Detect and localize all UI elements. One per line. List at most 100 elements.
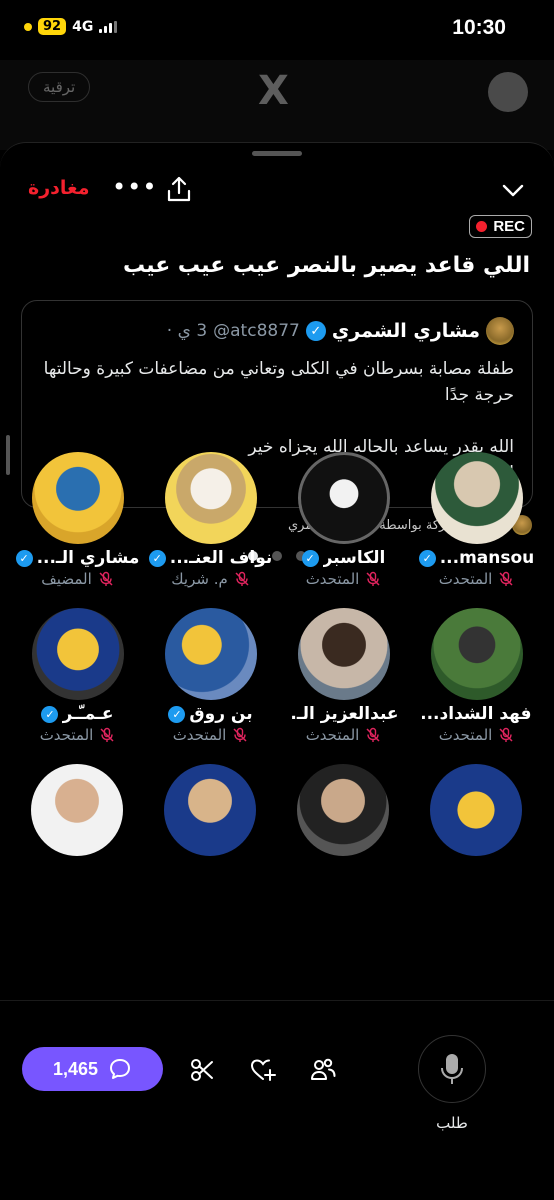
tweet-time: 3 ي · [166,321,208,341]
bottom-bar: 1,465 طلب [0,1000,554,1200]
x-logo: X [258,68,289,114]
speaker-role: المتحدث [438,570,493,588]
recording-badge: REC [469,215,532,238]
space-title: اللي قاعد يصير بالنصر عيب عيب عيب [122,253,530,278]
privacy-indicator-icon [24,22,32,31]
sheet-grabber[interactable] [252,151,302,156]
speaker-role: المضيف [41,570,92,588]
speaker-role-row: المتحدث [11,726,144,744]
speaker-role: م. شريك [171,570,228,588]
speaker-name: نواف العنـ... [169,548,273,568]
speaker-role: المتحدث [39,726,94,744]
speaker-role-row: م. شريك [144,570,277,588]
scroll-indicator [6,435,10,475]
clock: 10:30 [452,16,506,39]
speaker-card[interactable]: الكاسبر ✓ المتحدث [277,452,410,588]
status-bar: 92 4G 10:30 [0,0,554,60]
mic-muted-icon [366,727,380,742]
speaker-name: عـمـّـر [62,704,114,724]
speaker-name: mansou... [439,548,535,568]
space-topbar: مغادرة ••• [0,173,554,209]
microphone-icon [441,1054,463,1084]
speaker-avatar[interactable] [297,608,390,700]
speaker-card[interactable]: فهد الشداد... المتحدث [410,608,543,744]
network-type: 4G [72,18,94,35]
tweet-author-name[interactable]: مشاري الشمري [332,320,480,342]
speaker-role-row: المتحدث [277,570,410,588]
record-icon [476,221,488,232]
speaker-avatar[interactable] [430,608,523,700]
speaker-avatar[interactable] [31,452,124,544]
speaker-role-row: المضيف [11,570,144,588]
speaker-role: المتحدث [172,726,227,744]
more-options-button[interactable]: ••• [112,173,157,201]
comments-count: 1,465 [52,1058,99,1079]
upgrade-button[interactable]: ترقية [28,72,91,102]
comments-button[interactable]: 1,465 [22,1047,163,1091]
speaker-avatar[interactable] [430,452,523,544]
tweet-header: مشاري الشمري ✓ @atc8877 3 ي · [167,317,514,345]
speaker-name-row: الكاسبر ✓ [277,548,410,568]
speaker-avatar[interactable] [297,452,390,544]
speaker-role: المتحدث [305,570,360,588]
speaker-name: الكاسبر [322,548,386,568]
speaker-role: المتحدث [305,726,360,744]
speaker-name-row: بن روق ✓ [144,704,277,724]
speaker-role-row: المتحدث [410,726,543,744]
request-label: طلب [436,1114,468,1132]
speaker-card[interactable]: مشاري الـ... ✓ المضيف [11,452,144,588]
tweet-handle: @atc8877 [213,321,300,341]
chevron-down-icon[interactable] [500,177,526,203]
speaker-name: مشاري الـ... [36,548,140,568]
mic-muted-icon [366,571,380,586]
mic-muted-icon [499,571,513,586]
mic-muted-icon [99,571,113,586]
verified-badge-icon: ✓ [168,705,186,723]
speaker-role: المتحدث [438,726,493,744]
verified-badge-icon: ✓ [41,705,59,723]
status-left: 92 4G [24,18,118,35]
speaker-role-row: المتحدث [144,726,277,744]
speaker-name-row: مشاري الـ... ✓ [11,548,144,568]
speaker-avatar[interactable] [430,764,522,856]
comment-bubble-icon [110,1059,131,1079]
speaker-avatar[interactable] [164,608,257,700]
speaker-avatar[interactable] [31,608,124,700]
speaker-avatar[interactable] [297,764,389,856]
leave-button[interactable]: مغادرة [28,177,90,199]
speaker-avatar[interactable] [31,764,123,856]
battery-level: 92 [38,18,67,35]
speaker-role-row: المتحدث [277,726,410,744]
signal-icon [99,20,118,33]
speaker-name: بن روق [189,704,253,724]
speaker-avatar[interactable] [164,452,257,544]
people-icon[interactable] [309,1056,337,1084]
heart-plus-icon[interactable] [249,1056,277,1084]
verified-badge-icon: ✓ [15,549,33,567]
verified-badge-icon: ✓ [305,321,326,341]
tweet-author-avatar[interactable] [486,317,514,345]
speaker-name-row: فهد الشداد... [410,704,543,724]
speaker-card[interactable]: عـمـّـر ✓ المتحدث [11,608,144,744]
mic-muted-icon [499,727,513,742]
speaker-card[interactable]: نواف العنـ... ✓ م. شريك [144,452,277,588]
background-header: ترقية X [0,60,554,150]
mic-muted-icon [100,727,114,742]
mic-muted-icon [235,571,249,586]
recording-label: REC [493,218,525,235]
speaker-role-row: المتحدث [410,570,543,588]
verified-badge-icon: ✓ [301,549,319,567]
share-icon[interactable] [166,175,192,203]
speaker-card[interactable]: بن روق ✓ المتحدث [144,608,277,744]
speaker-avatar[interactable] [164,764,256,856]
speaker-card[interactable]: عبدالعزيز الـ... المتحدث [277,608,410,744]
request-mic-button[interactable] [418,1035,486,1103]
profile-avatar[interactable] [488,72,528,112]
verified-badge-icon: ✓ [418,549,436,567]
speaker-name-row: عـمـّـر ✓ [11,704,144,724]
verified-badge-icon: ✓ [148,549,166,567]
speaker-name-row: mansou... ✓ [410,548,543,568]
speaker-card[interactable]: mansou... ✓ المتحدث [410,452,543,588]
clip-icon[interactable] [188,1056,216,1084]
speaker-name-row: نواف العنـ... ✓ [144,548,277,568]
